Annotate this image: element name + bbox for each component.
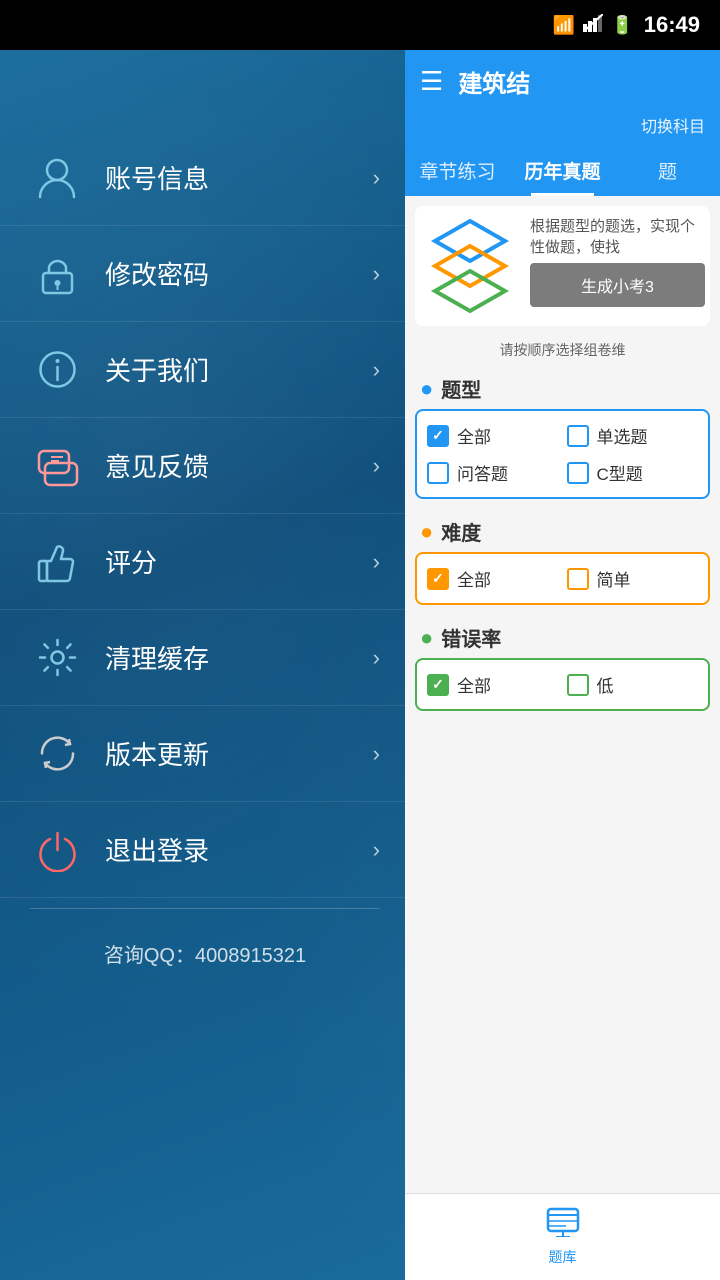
logout-arrow: › [373, 837, 380, 863]
cb-all-diff[interactable]: ✓ [427, 568, 449, 590]
sidebar-item-cache[interactable]: 清理缓存 › [0, 610, 410, 706]
cb-simple[interactable] [567, 568, 589, 590]
checkbox-qa[interactable]: 问答题 [427, 460, 559, 485]
difficulty-group: ✓ 全部 简单 [415, 552, 710, 605]
question-type-group: ✓ 全部 单选题 问答题 C型题 [415, 409, 710, 499]
checkbox-all-err[interactable]: ✓ 全部 [427, 672, 559, 697]
cb-ctype[interactable] [567, 462, 589, 484]
panel-header-top: ☰ 建筑结 [405, 50, 720, 113]
cb-all-type-label: 全部 [457, 423, 491, 448]
section-difficulty-title: ● 难度 [415, 509, 710, 552]
refresh-icon [30, 726, 85, 781]
rating-arrow: › [373, 549, 380, 575]
checkbox-all-type[interactable]: ✓ 全部 [427, 423, 559, 448]
sidebar-item-account[interactable]: 账号信息 › [0, 130, 410, 226]
password-label: 修改密码 [105, 255, 373, 292]
feedback-arrow: › [373, 453, 380, 479]
section-question-type-title: ● 题型 [415, 366, 710, 409]
cb-all-type[interactable]: ✓ [427, 425, 449, 447]
tabs: 章节练习 历年真题 题 [405, 145, 720, 196]
right-panel: ☰ 建筑结 切换科目 章节练习 历年真题 题 根据题型的题选，实现个性做题，使找 [405, 50, 720, 1280]
cache-arrow: › [373, 645, 380, 671]
divider [30, 908, 380, 909]
chat-icon [30, 438, 85, 493]
library-label: 题库 [549, 1247, 577, 1267]
power-icon [30, 822, 85, 877]
about-label: 关于我们 [105, 351, 373, 388]
cb-qa-label: 问答题 [457, 460, 508, 485]
panel-content: 根据题型的题选，实现个性做题，使找 生成小考3 请按顺序选择组卷维 ● 题型 ✓… [405, 196, 720, 1193]
sidebar-item-about[interactable]: 关于我们 › [0, 322, 410, 418]
cb-single-label: 单选题 [597, 423, 648, 448]
cb-simple-label: 简单 [597, 566, 631, 591]
error-rate-group: ✓ 全部 低 [415, 658, 710, 711]
tab-chapter[interactable]: 章节练习 [405, 145, 510, 196]
cb-all-err-label: 全部 [457, 672, 491, 697]
stack-logo [420, 216, 520, 316]
tab-more[interactable]: 题 [615, 145, 720, 196]
status-icons: 📶 🔋 [553, 14, 634, 37]
dot-orange: ● [420, 519, 433, 545]
hamburger-button[interactable]: ☰ [420, 66, 443, 97]
gear-icon [30, 630, 85, 685]
section-error-rate-title: ● 错误率 [415, 615, 710, 658]
checkbox-low[interactable]: 低 [567, 672, 699, 697]
password-arrow: › [373, 261, 380, 287]
section-error-label: 错误率 [441, 623, 501, 652]
cb-low[interactable] [567, 674, 589, 696]
logo-description: 根据题型的题选，实现个性做题，使找 [530, 216, 705, 258]
signal-icon [583, 14, 603, 37]
info-icon [30, 342, 85, 397]
sidebar-item-feedback[interactable]: 意见反馈 › [0, 418, 410, 514]
wifi-icon: 📶 [553, 15, 575, 36]
tip-text: 请按顺序选择组卷维 [415, 334, 710, 366]
cb-ctype-label: C型题 [597, 460, 643, 485]
account-label: 账号信息 [105, 159, 373, 196]
feedback-label: 意见反馈 [105, 447, 373, 484]
section-difficulty-label: 难度 [441, 517, 481, 546]
panel-subtitle[interactable]: 切换科目 [405, 113, 720, 145]
battery-icon: 🔋 [611, 15, 633, 36]
tab-past[interactable]: 历年真题 [510, 145, 615, 196]
sidebar-item-password[interactable]: 修改密码 › [0, 226, 410, 322]
library-icon [546, 1207, 580, 1244]
cb-low-label: 低 [597, 672, 614, 697]
cb-all-diff-label: 全部 [457, 566, 491, 591]
about-arrow: › [373, 357, 380, 383]
logout-label: 退出登录 [105, 831, 373, 868]
checkbox-ctype[interactable]: C型题 [567, 460, 699, 485]
nav-library[interactable]: 题库 [531, 1202, 595, 1272]
sidebar-item-update[interactable]: 版本更新 › [0, 706, 410, 802]
bottom-nav: 题库 [405, 1193, 720, 1280]
sidebar-item-logout[interactable]: 退出登录 › [0, 802, 410, 898]
cb-all-err[interactable]: ✓ [427, 674, 449, 696]
dot-green: ● [420, 625, 433, 651]
dot-blue: ● [420, 376, 433, 402]
generate-button[interactable]: 生成小考3 [530, 263, 705, 307]
cb-single[interactable] [567, 425, 589, 447]
thumbup-icon [30, 534, 85, 589]
panel-title: 建筑结 [458, 64, 705, 99]
checkbox-single[interactable]: 单选题 [567, 423, 699, 448]
contact-info: 咨询QQ：4008915321 [0, 919, 410, 988]
update-label: 版本更新 [105, 735, 373, 772]
section-type-label: 题型 [441, 374, 481, 403]
logo-section: 根据题型的题选，实现个性做题，使找 生成小考3 [415, 206, 710, 326]
account-arrow: › [373, 165, 380, 191]
checkbox-all-diff[interactable]: ✓ 全部 [427, 566, 559, 591]
cache-label: 清理缓存 [105, 639, 373, 676]
checkbox-simple[interactable]: 简单 [567, 566, 699, 591]
panel-header: ☰ 建筑结 切换科目 章节练习 历年真题 题 [405, 50, 720, 196]
update-arrow: › [373, 741, 380, 767]
rating-label: 评分 [105, 543, 373, 580]
lock-icon [30, 246, 85, 301]
person-icon [30, 150, 85, 205]
status-bar: 📶 🔋 16:49 [0, 0, 720, 50]
cb-qa[interactable] [427, 462, 449, 484]
sidebar-item-rating[interactable]: 评分 › [0, 514, 410, 610]
sidebar: 账号信息 › 修改密码 › 关于我们 › [0, 50, 410, 1280]
status-time: 16:49 [644, 12, 700, 38]
